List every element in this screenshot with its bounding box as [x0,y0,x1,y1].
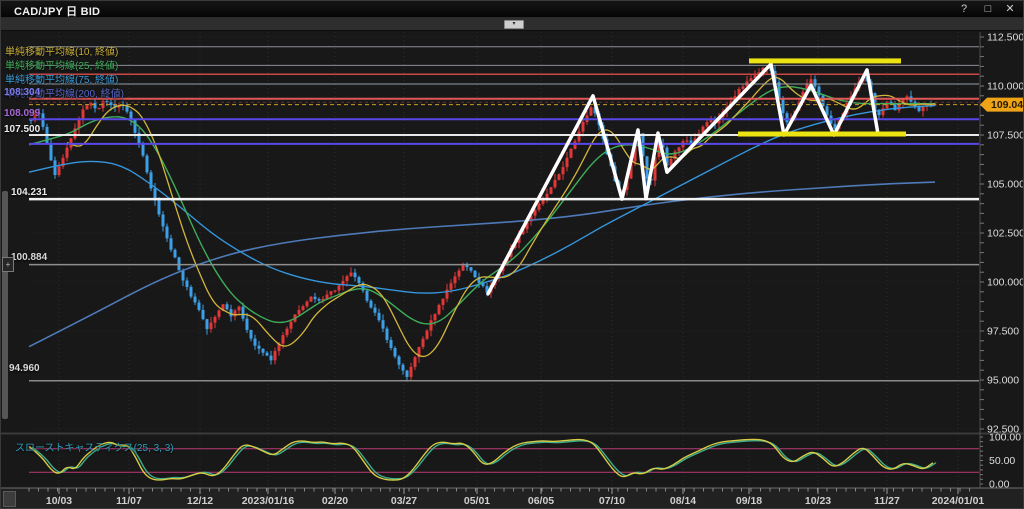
current-price-tag: 109.049 [980,98,1024,112]
date-tick-label: 05/01 [464,495,490,507]
toolbar-strip: ▾ [1,18,1024,31]
chart-window: 112.500 110.000 107.500 105.000 102.500 100.0… [0,0,1024,509]
price-tick-label: 112.500 [987,32,1024,44]
ma-legend-item: 単純移動平均線(25, 終値) [5,57,118,72]
stoch-tick-label: 0.00 [989,479,1010,491]
close-button[interactable]: ✕ [1001,2,1019,16]
date-tick-label: 07/10 [599,495,625,507]
help-button[interactable]: ? [955,2,973,16]
chart-canvas[interactable]: 112.500 110.000 107.500 105.000 102.500 100.0… [1,1,1024,509]
date-tick-label: 12/12 [187,495,213,507]
date-tick-label: 06/05 [528,495,554,507]
ma-legend-item: 単純移動平均線(10, 終値) [5,43,118,58]
stochastic-legend-label: スローストキャスティクス(25, 3, 3) [15,439,174,454]
hline-price-label: 100.884 [11,252,47,263]
date-tick-label: 2024/01/01 [932,495,985,507]
date-tick-label: 02/20 [322,495,348,507]
resistance-band [749,58,901,63]
hline-price-label: 94.960 [9,363,40,374]
support-band [738,132,906,137]
maximize-button[interactable]: □ [979,2,997,16]
price-tick-label: 95.000 [987,375,1019,387]
price-tick-label: 100.000 [987,277,1024,289]
axis-corner-box[interactable] [3,491,16,507]
left-scrollbar[interactable] [2,191,8,419]
date-tick-label: 11/27 [874,495,900,507]
stoch-tick-label: 100.00 [989,432,1021,444]
price-tick-label: 110.000 [987,81,1024,93]
hline-price-label: 107.500 [4,124,40,135]
hline-price-label: 108.099 [4,108,40,119]
hline-price-label: 104.231 [11,187,47,198]
price-tick-label: 105.000 [987,179,1024,191]
current-price-value: 109.049 [991,99,1024,111]
date-tick-label: 11/07 [116,495,142,507]
date-tick-label: 08/14 [670,495,696,507]
hline-price-label: 108.304 [4,87,40,98]
window-title: CAD/JPY 日 BID [14,3,100,19]
title-bar[interactable]: CAD/JPY 日 BID ? □ ✕ [1,1,1024,18]
date-tick-label: 10/23 [805,495,831,507]
date-tick-label: 2023/01/16 [242,495,295,507]
date-tick-label: 03/27 [391,495,417,507]
x-axis-strip [1,488,1024,509]
date-tick-label: 10/03 [46,495,72,507]
ma-legend-item: 単純移動平均線(75, 終値) [5,71,118,86]
price-chart-svg: 112.500 110.000 107.500 105.000 102.500 100.0… [1,1,1024,509]
price-tick-label: 102.500 [987,228,1024,240]
stoch-tick-label: 50.00 [989,455,1015,467]
price-tick-label: 97.500 [987,326,1019,338]
mini-expand-button[interactable]: + [2,257,14,272]
toolbar-collapse-button[interactable]: ▾ [504,20,524,29]
price-tick-label: 107.500 [987,130,1024,142]
date-tick-label: 09/18 [736,495,762,507]
